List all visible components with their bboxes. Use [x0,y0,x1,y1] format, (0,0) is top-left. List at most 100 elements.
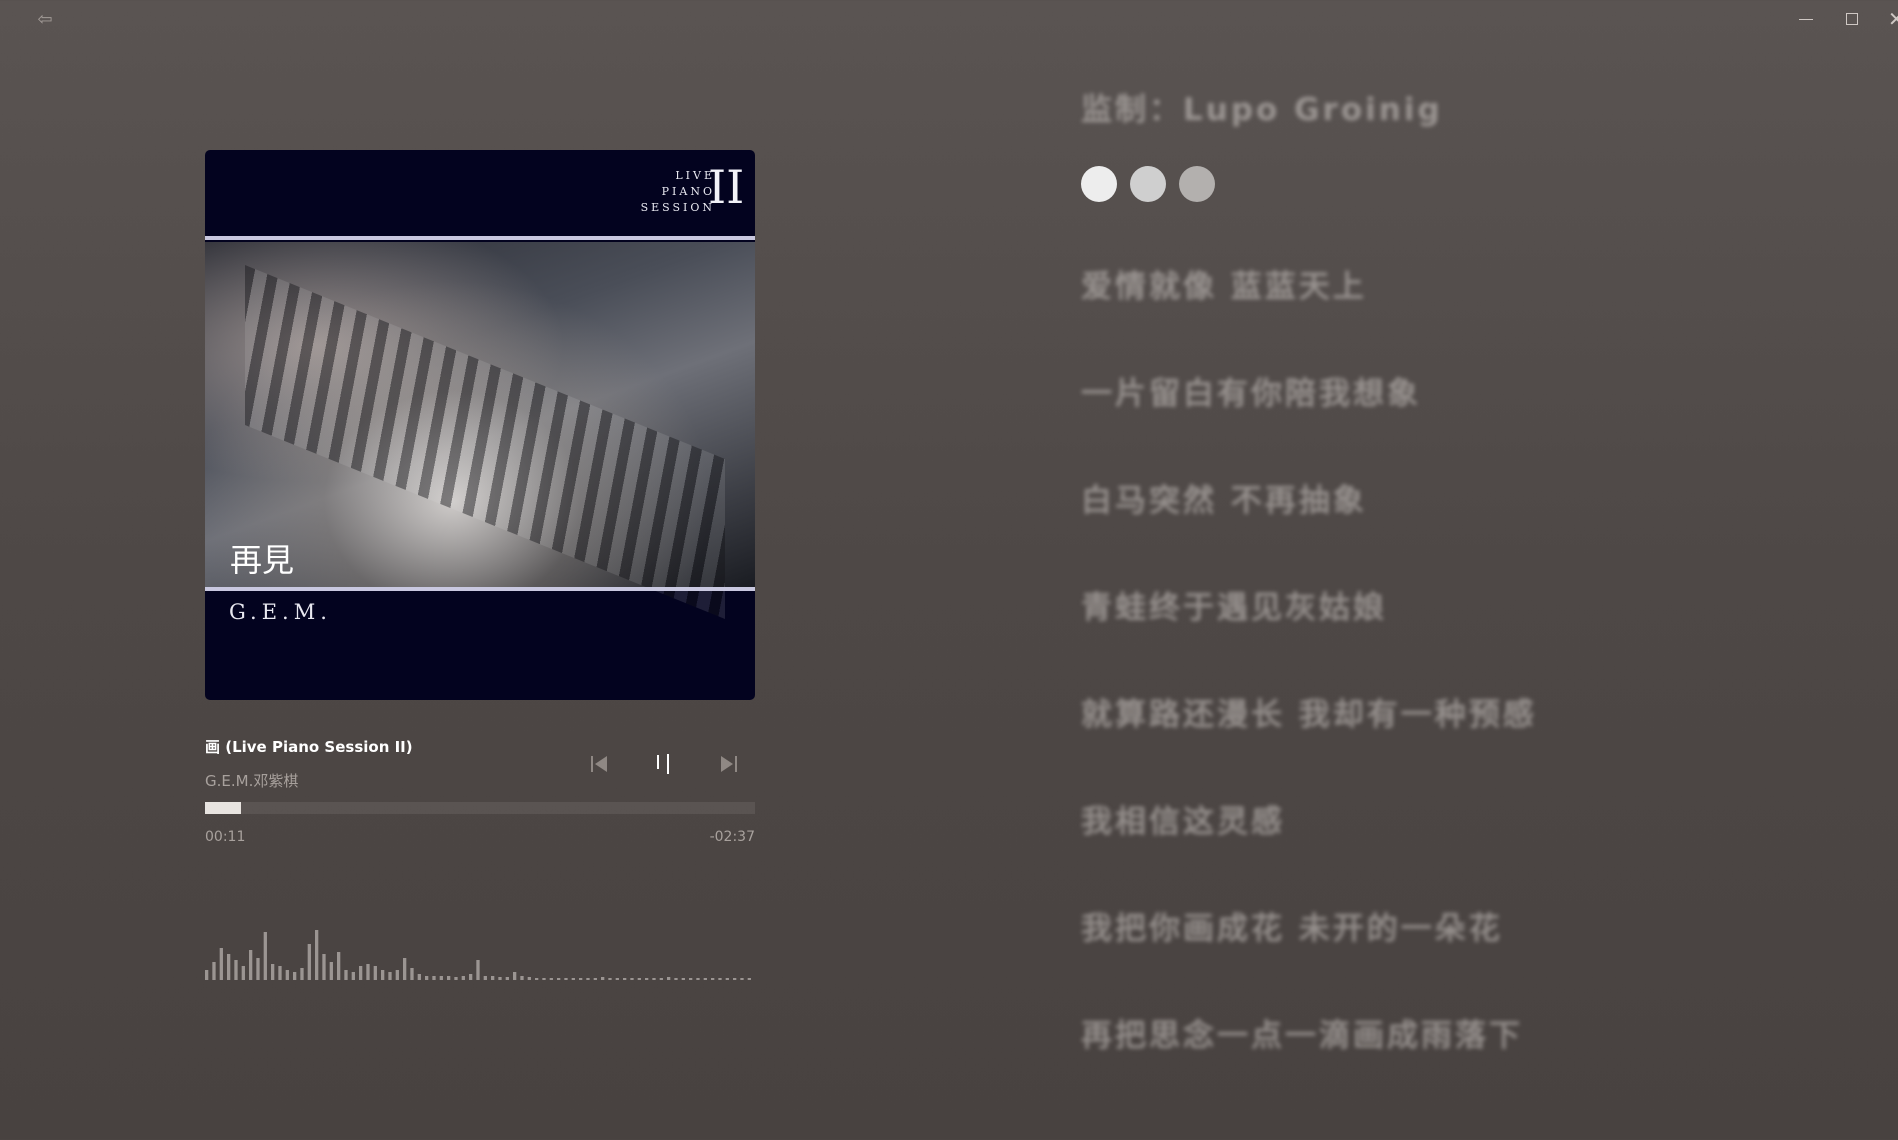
visualizer-bar [388,972,392,980]
visualizer-bar [447,976,451,980]
visualizer-bar [557,978,561,980]
visualizer-bar [425,976,429,980]
visualizer-bar [637,978,641,980]
skip-previous-icon[interactable] [585,750,613,778]
visualizer-bar [366,964,370,980]
visualizer-bar [293,972,297,980]
elapsed-time: 00:11 [205,829,246,845]
cover-series-line: PIANO [661,185,715,198]
track-artist[interactable]: G.E.M.邓紫棋 [205,770,298,791]
visualizer-bar [432,976,436,980]
visualizer-bar [403,958,407,980]
visualizer-bar [337,952,341,980]
visualizer-bar [593,978,597,980]
visualizer-bar [733,978,737,980]
visualizer-bar [351,972,355,980]
visualizer-bar [689,978,693,980]
visualizer-bar [608,978,612,980]
visualizer-bar [718,978,722,980]
visualizer-bar [373,966,377,980]
lyric-line: 我相信这灵感 [1081,804,1285,840]
visualizer-bar [674,978,678,980]
cover-series-line: SESSION [640,201,715,214]
visualizer-bar [315,930,319,980]
visualizer-bar [381,970,385,980]
lyric-line: 监制：Lupo Groinig [1081,92,1443,128]
cover-series-label: LIVE PIANO SESSION [615,168,715,216]
visualizer-bar [652,978,656,980]
visualizer-bar [263,932,267,980]
track-title: 画 (Live Piano Session II) [205,738,413,756]
visualizer-bar [322,954,326,980]
visualizer-bar [212,962,216,980]
visualizer-bar [564,978,568,980]
lyric-line: 我把你画成花 未开的一朵花 [1081,911,1503,947]
visualizer-bar [513,972,517,980]
lyric-line: 白马突然 不再抽象 [1081,483,1367,519]
album-cover: LIVE PIANO SESSION II 再見 G.E.M. [205,150,755,700]
visualizer-bar [300,968,304,980]
visualizer-bar [285,970,289,980]
visualizer-bar [520,976,524,980]
visualizer-bar [491,976,495,980]
visualizer-bar [359,966,363,980]
audio-visualizer [205,930,751,980]
visualizer-bar [469,974,473,980]
seek-bar[interactable] [205,802,755,814]
visualizer-bar [454,977,458,980]
remaining-time: -02:37 [709,829,755,845]
visualizer-bar [711,978,715,980]
maximize-icon[interactable] [1829,0,1875,40]
visualizer-bar [476,960,480,980]
visualizer-bar [747,978,751,980]
cover-artist: G.E.M. [229,600,332,624]
visualizer-bar [498,977,502,980]
visualizer-bar [461,976,465,980]
visualizer-bar [234,960,238,980]
cover-divider-top [205,236,755,240]
back-arrow-icon[interactable]: ⇦ [30,6,60,34]
visualizer-bar [417,974,421,980]
visualizer-bar [227,954,231,980]
visualizer-bar [659,978,663,980]
visualizer-bar [256,958,260,980]
dot-indicator [1130,166,1166,202]
visualizer-bar [219,948,223,980]
close-icon[interactable]: ✕ [1876,0,1898,40]
visualizer-bar [615,978,619,980]
visualizer-bar [205,970,209,980]
visualizer-bar [601,977,605,980]
visualizer-bar [542,978,546,980]
visualizer-bar [329,962,333,980]
visualizer-bar [549,978,553,980]
minimize-icon[interactable] [1782,0,1828,40]
seek-bar-fill [205,802,241,814]
cover-title: 再見 [230,541,295,579]
visualizer-bar [505,977,509,980]
visualizer-bar [241,966,245,980]
dot-indicator [1081,166,1117,202]
visualizer-bar [696,978,700,980]
lyric-line: 就算路还漫长 我却有一种预感 [1081,697,1537,733]
visualizer-bar [483,976,487,980]
visualizer-bar [527,977,531,980]
visualizer-bar [571,978,575,980]
loading-dots [1081,166,1221,202]
lyric-line: 爱情就像 蓝蓝天上 [1081,269,1367,305]
skip-next-icon[interactable] [715,750,743,778]
visualizer-bar [439,976,443,980]
visualizer-bar [410,968,414,980]
visualizer-bar [271,964,275,980]
visualizer-bar [278,966,282,980]
visualizer-bar [249,950,253,980]
cover-divider-bottom [205,587,755,591]
cover-series-line: LIVE [675,169,715,182]
visualizer-bar [703,978,707,980]
visualizer-bar [667,977,671,980]
visualizer-bar [579,978,583,980]
visualizer-bar [725,978,729,980]
pause-icon[interactable] [650,750,678,778]
visualizer-bar [645,978,649,980]
visualizer-bar [681,978,685,980]
visualizer-bar [307,944,311,980]
